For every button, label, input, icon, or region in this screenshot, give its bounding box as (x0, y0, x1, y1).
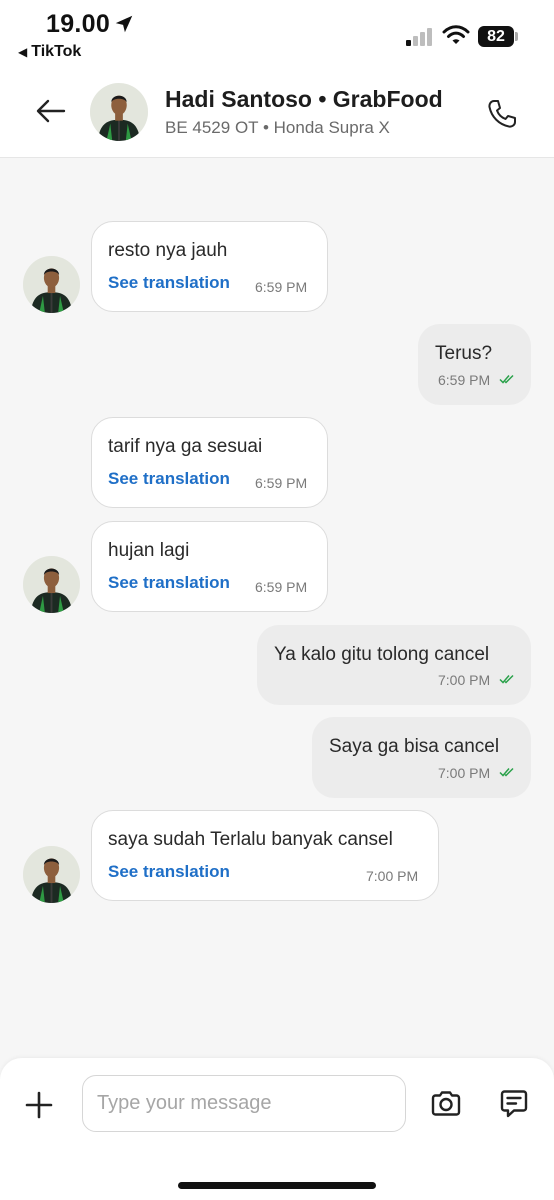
see-translation-link[interactable]: See translation (108, 469, 230, 489)
message-composer (0, 1058, 554, 1200)
message-avatar (23, 846, 80, 903)
message-text: resto nya jauh (108, 240, 228, 261)
back-arrow-icon[interactable] (34, 96, 68, 126)
see-translation-link[interactable]: See translation (108, 862, 230, 882)
message-text: tarif nya ga sesuai (108, 436, 263, 457)
location-arrow-icon (115, 15, 133, 33)
outgoing-message: Saya ga bisa cancel 7:00 PM (312, 717, 531, 798)
message-time: 6:59 PM (438, 372, 491, 388)
plus-icon[interactable] (24, 1090, 54, 1120)
wifi-icon (442, 25, 470, 44)
see-translation-link[interactable]: See translation (108, 573, 230, 593)
status-bar: 19.00 ◀ TikTok 82 (0, 0, 554, 70)
read-receipt-icon (499, 674, 515, 684)
message-text: Terus? (435, 343, 493, 364)
incoming-message: resto nya jauh See translation 6:59 PM (91, 221, 328, 312)
message-time: 7:00 PM (366, 868, 419, 884)
message-input[interactable] (82, 1075, 406, 1132)
message-text: Ya kalo gitu tolong cancel (274, 644, 490, 665)
message-avatar (23, 556, 80, 613)
incoming-message: saya sudah Terlalu banyak cansel See tra… (91, 810, 439, 901)
message-time: 7:00 PM (438, 765, 491, 781)
driver-name: Hadi Santoso • GrabFood (165, 86, 443, 112)
incoming-message: tarif nya ga sesuai See translation 6:59… (91, 417, 328, 508)
phone-icon[interactable] (486, 98, 518, 130)
outgoing-message: Ya kalo gitu tolong cancel 7:00 PM (257, 625, 531, 705)
read-receipt-icon (499, 374, 515, 384)
home-indicator (178, 1182, 376, 1189)
back-triangle-icon: ◀ (18, 45, 28, 59)
message-time: 6:59 PM (255, 279, 308, 295)
see-translation-link[interactable]: See translation (108, 273, 230, 293)
cellular-signal-icon (406, 28, 432, 46)
back-app-label: TikTok (31, 43, 82, 60)
battery-cap (515, 32, 518, 41)
outgoing-message: Terus? 6:59 PM (418, 324, 531, 405)
message-time: 6:59 PM (255, 475, 308, 491)
driver-avatar (90, 83, 148, 141)
chat-bubble-icon[interactable] (497, 1087, 531, 1121)
battery-indicator: 82 (478, 26, 514, 47)
message-time: 6:59 PM (255, 579, 308, 595)
incoming-message: hujan lagi See translation 6:59 PM (91, 521, 328, 612)
message-avatar (23, 256, 80, 313)
message-text: hujan lagi (108, 540, 190, 561)
back-to-app[interactable]: ◀ TikTok (18, 43, 81, 61)
message-time: 7:00 PM (438, 672, 491, 688)
chat-header: Hadi Santoso • GrabFood BE 4529 OT • Hon… (0, 70, 554, 158)
status-time: 19.00 (46, 10, 111, 38)
message-text: Saya ga bisa cancel (329, 736, 500, 757)
camera-icon[interactable] (429, 1087, 463, 1121)
message-text: saya sudah Terlalu banyak cansel (108, 829, 393, 850)
vehicle-info: BE 4529 OT • Honda Supra X (165, 118, 390, 137)
read-receipt-icon (499, 767, 515, 777)
